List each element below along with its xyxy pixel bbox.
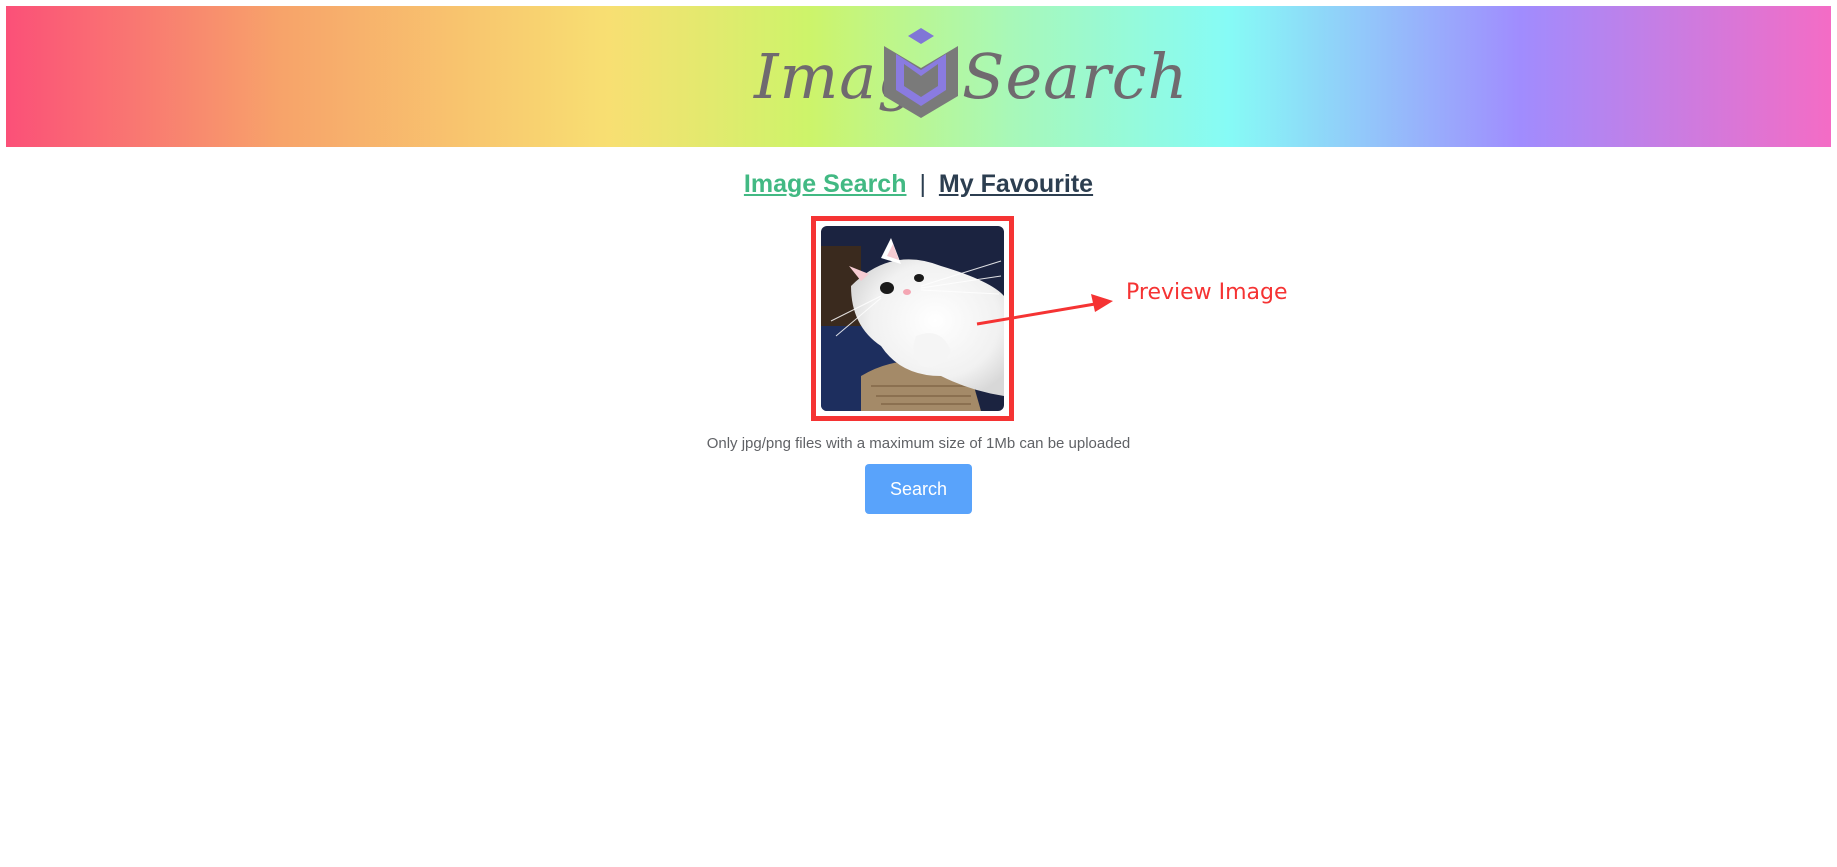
search-button[interactable]: Search: [865, 464, 972, 514]
nav-link-my-favourite[interactable]: My Favourite: [939, 170, 1093, 198]
nav-separator: |: [919, 170, 926, 198]
logo-text-right: Search: [962, 40, 1189, 113]
preview-image-annotation: Preview Image: [1126, 280, 1288, 305]
nav-link-image-search[interactable]: Image Search: [744, 170, 907, 198]
cube-icon: [884, 28, 958, 118]
nav-links: Image Search | My Favourite: [0, 170, 1837, 199]
header-banner: Image Search: [6, 6, 1831, 147]
upload-hint: Only jpg/png files with a maximum size o…: [706, 435, 1131, 452]
arrow-icon: [976, 294, 1113, 326]
logo: Image Search: [754, 24, 1187, 132]
